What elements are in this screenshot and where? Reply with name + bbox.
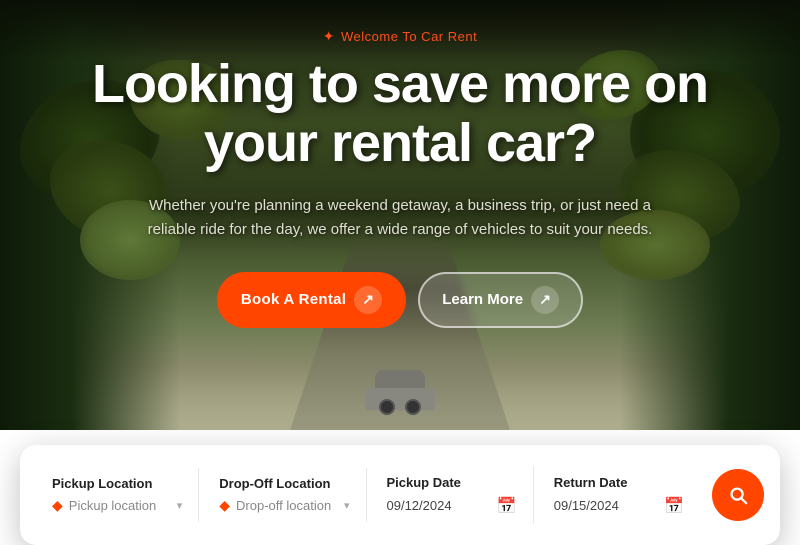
pickup-chevron-icon: ▾: [177, 499, 183, 512]
dropoff-chevron-icon: ▾: [344, 499, 350, 512]
search-bar: Pickup Location ◆ Pickup location ▾ Drop…: [20, 445, 780, 545]
pickup-location-placeholder: Pickup location: [69, 498, 171, 513]
dropoff-location-field[interactable]: Drop-Off Location ◆ Drop-off location ▾: [203, 468, 366, 522]
book-rental-label: Book A Rental: [241, 291, 346, 308]
pickup-date-field[interactable]: Pickup Date 09/12/2024 📅: [371, 467, 534, 524]
return-calendar-icon: 📅: [664, 496, 684, 516]
hero-buttons: Book A Rental ↗ Learn More ↗: [217, 272, 583, 328]
dropoff-location-label: Drop-Off Location: [219, 476, 349, 491]
pickup-date-input[interactable]: 09/12/2024 📅: [387, 496, 517, 516]
learn-more-label: Learn More: [442, 291, 523, 308]
dropoff-location-placeholder: Drop-off location: [236, 498, 338, 513]
book-arrow-icon: ↗: [354, 286, 382, 314]
dropoff-location-input[interactable]: ◆ Drop-off location ▾: [219, 497, 349, 514]
learn-more-button[interactable]: Learn More ↗: [418, 272, 583, 328]
pickup-date-label: Pickup Date: [387, 475, 517, 490]
return-date-input[interactable]: 09/15/2024 📅: [554, 496, 684, 516]
star-icon: ✦: [323, 28, 335, 45]
welcome-badge: ✦ Welcome To Car Rent: [323, 28, 477, 45]
search-icon: [727, 484, 749, 506]
hero-title: Looking to save more on your rental car?: [92, 55, 708, 174]
pickup-location-label: Pickup Location: [52, 476, 182, 491]
hero-title-line1: Looking to save more on: [92, 54, 708, 114]
book-rental-button[interactable]: Book A Rental ↗: [217, 272, 406, 328]
pickup-location-field[interactable]: Pickup Location ◆ Pickup location ▾: [36, 468, 199, 522]
pickup-calendar-icon: 📅: [497, 496, 517, 516]
hero-subtitle: Whether you're planning a weekend getawa…: [140, 194, 660, 242]
welcome-text: Welcome To Car Rent: [341, 29, 477, 44]
learn-arrow-icon: ↗: [531, 286, 559, 314]
pickup-dot-icon: ◆: [52, 497, 63, 514]
dropoff-dot-icon: ◆: [219, 497, 230, 514]
search-button[interactable]: [712, 469, 764, 521]
return-date-label: Return Date: [554, 475, 684, 490]
pickup-location-input[interactable]: ◆ Pickup location ▾: [52, 497, 182, 514]
return-date-field[interactable]: Return Date 09/15/2024 📅: [538, 467, 700, 524]
hero-title-line2: your rental car?: [204, 113, 596, 173]
pickup-date-value: 09/12/2024: [387, 498, 491, 513]
hero-content: ✦ Welcome To Car Rent Looking to save mo…: [0, 0, 800, 430]
return-date-value: 09/15/2024: [554, 498, 658, 513]
